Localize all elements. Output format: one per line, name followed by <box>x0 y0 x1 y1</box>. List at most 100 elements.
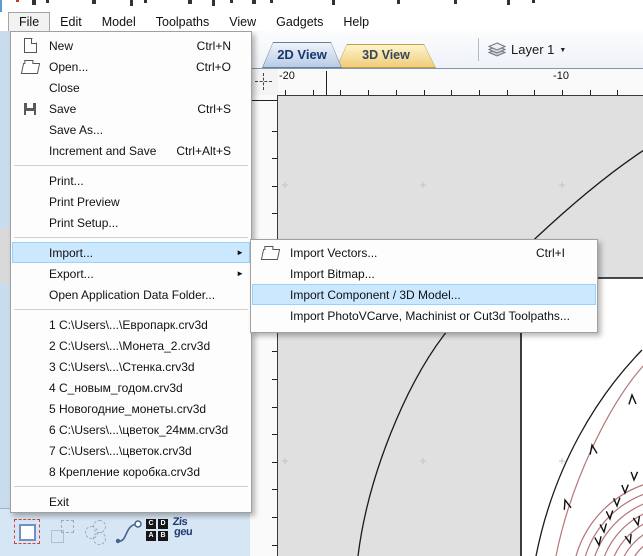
menu-item-label: Increment and Save <box>49 143 157 158</box>
file-menu-item[interactable]: Open Application Data Folder... <box>12 284 250 305</box>
import-submenu-item[interactable]: Import Component / 3D Model... <box>252 284 596 305</box>
menu-item-label: Print Setup... <box>49 215 119 230</box>
selection-mode-toolbar: C D A B Zis geu <box>0 508 252 556</box>
menu-item-label: Import... <box>49 245 94 260</box>
menubar-item[interactable]: Toolpaths <box>146 12 220 31</box>
menubar-item-label: Toolpaths <box>155 14 210 29</box>
menu-item-label: 1 C:\Users\...\Европарк.crv3d <box>49 317 208 332</box>
menubar-item[interactable]: Help <box>333 12 379 31</box>
block-c: C <box>146 519 156 529</box>
selection-tool-button[interactable] <box>14 517 42 549</box>
menu-item-label: Save <box>49 101 77 116</box>
file-menu-item[interactable]: Print Setup... <box>12 212 250 233</box>
file-menu-item[interactable]: Exit <box>12 491 250 512</box>
toolbar-divider <box>478 38 479 61</box>
open-folder-icon <box>260 248 280 260</box>
file-menu-item[interactable]: Print Preview <box>12 191 250 212</box>
block-a: A <box>146 531 156 541</box>
file-menu-item[interactable]: 5 Новогодние_монеты.crv3d <box>12 398 250 419</box>
file-menu-item[interactable]: 4 С_новым_годом.crv3d <box>12 377 250 398</box>
menu-item-shortcut: Ctrl+O <box>195 59 231 74</box>
save-icon <box>24 102 36 115</box>
ruler-label: -20 <box>279 70 295 82</box>
menubar-item-label: View <box>229 14 257 29</box>
menu-item-label: 7 C:\Users\...\цветок.crv3d <box>49 443 192 458</box>
menubar-item-label: Edit <box>60 14 82 29</box>
ruler-marker <box>252 100 277 101</box>
menu-item-label: 8 Крепление коробка.crv3d <box>49 464 201 479</box>
menubar-item[interactable]: File <box>8 12 51 31</box>
ruler-label: -10 <box>553 70 569 82</box>
layer-selector-label: Layer 1 <box>511 42 555 57</box>
menubar-item-label: Model <box>101 14 136 29</box>
menubar-item-label: File <box>19 15 40 29</box>
titlebar-clipped <box>0 0 643 12</box>
file-menu-item[interactable]: 2 C:\Users\...\Монета_2.crv3d <box>12 335 250 356</box>
file-menu-item[interactable]: Import... <box>12 242 250 263</box>
menu-separator <box>11 161 251 170</box>
node-edit-tool-button[interactable] <box>114 517 142 549</box>
menu-item-label: Print Preview <box>49 194 120 209</box>
menu-item-label: Print... <box>49 173 84 188</box>
menubar-item[interactable]: Gadgets <box>266 12 333 31</box>
layers-icon <box>488 42 506 57</box>
tab-2d-label: 2D View <box>277 47 327 62</box>
menu-item-shortcut: Ctrl+S <box>197 101 231 116</box>
import-submenu: Import Vectors... Ctrl+I Import Bitmap..… <box>250 239 598 333</box>
block-b: B <box>158 531 168 541</box>
file-menu-item[interactable]: Save Ctrl+S <box>12 98 250 119</box>
tab-2d-view[interactable]: 2D View <box>262 42 342 68</box>
file-menu-item[interactable]: 1 C:\Users\...\Европарк.crv3d <box>12 314 250 335</box>
menu-item-icon <box>19 102 41 115</box>
menubar-item[interactable]: Model <box>92 12 146 31</box>
open-folder-icon <box>20 62 40 74</box>
menu-item-label: 2 C:\Users\...\Монета_2.crv3d <box>49 338 211 353</box>
layer-selector[interactable]: Layer 1 ▼ <box>488 38 566 61</box>
file-menu-item[interactable]: Print... <box>12 170 250 191</box>
file-menu-item[interactable]: 7 C:\Users\...\цветок.crv3d <box>12 440 250 461</box>
chevron-down-icon: ▼ <box>559 47 567 54</box>
zigzag-text-tool-button[interactable]: Zis geu <box>171 516 201 549</box>
menubar-item[interactable]: View <box>219 12 266 31</box>
menu-item-label: Close <box>49 80 80 95</box>
menu-item-shortcut: Ctrl+I <box>535 245 565 260</box>
menubar-item-label: Gadgets <box>276 14 324 29</box>
menu-item-label: 5 Новогодние_монеты.crv3d <box>49 401 207 416</box>
file-menu-item[interactable]: Open... Ctrl+O <box>12 56 250 77</box>
file-menu-item[interactable]: Export... <box>12 263 250 284</box>
multi-select-tool-button[interactable] <box>50 517 78 549</box>
file-menu-item[interactable]: 8 Крепление коробка.crv3d <box>12 461 250 482</box>
menu-item-label: Import Bitmap... <box>290 266 375 281</box>
import-submenu-item[interactable]: Import Bitmap... <box>252 263 596 284</box>
file-menu-item[interactable]: 3 C:\Users\...\Стенка.crv3d <box>12 356 250 377</box>
menu-item-shortcut: Ctrl+Alt+S <box>176 143 231 158</box>
cdab-blocks-tool-button[interactable]: C D A B <box>146 519 168 541</box>
file-menu-item[interactable]: 6 C:\Users\...\цветок_24мм.crv3d <box>12 419 250 440</box>
tab-3d-view[interactable]: 3D View <box>336 44 436 68</box>
menu-separator <box>11 482 251 491</box>
file-menu-item[interactable]: Close <box>12 77 250 98</box>
menu-item-label: Open... <box>49 59 89 74</box>
menu-item-label: Export... <box>49 266 94 281</box>
menu-item-label: Import PhotoVCarve, Machinist or Cut3d T… <box>290 308 570 323</box>
menubar-item[interactable]: Edit <box>50 12 92 31</box>
menu-item-icon <box>19 60 41 74</box>
import-submenu-item[interactable]: Import PhotoVCarve, Machinist or Cut3d T… <box>252 305 596 326</box>
menubar-item-label: Help <box>343 14 370 29</box>
file-menu-item[interactable]: Save As... <box>12 119 250 140</box>
menu-separator <box>11 233 251 242</box>
file-menu-item[interactable]: Increment and Save Ctrl+Alt+S <box>12 140 250 161</box>
menu-item-label: Open Application Data Folder... <box>49 287 216 302</box>
application-window: File Edit Model Toolpaths View Gadgets H… <box>0 0 643 556</box>
menu-item-label: Save As... <box>49 122 104 137</box>
import-submenu-item[interactable]: Import Vectors... Ctrl+I <box>252 242 596 263</box>
menu-item-label: 4 С_новым_годом.crv3d <box>49 380 183 395</box>
left-panel-strip <box>0 30 10 556</box>
menu-item-label: Import Component / 3D Model... <box>290 287 461 302</box>
file-menu: New Ctrl+N Open... Ctrl+O Close Save Ctr… <box>10 31 252 513</box>
file-menu-item[interactable]: New Ctrl+N <box>12 35 250 56</box>
menu-separator <box>11 305 251 314</box>
circle-select-tool-button[interactable] <box>84 517 112 549</box>
node-curve-icon <box>115 520 142 544</box>
block-d: D <box>158 519 168 529</box>
